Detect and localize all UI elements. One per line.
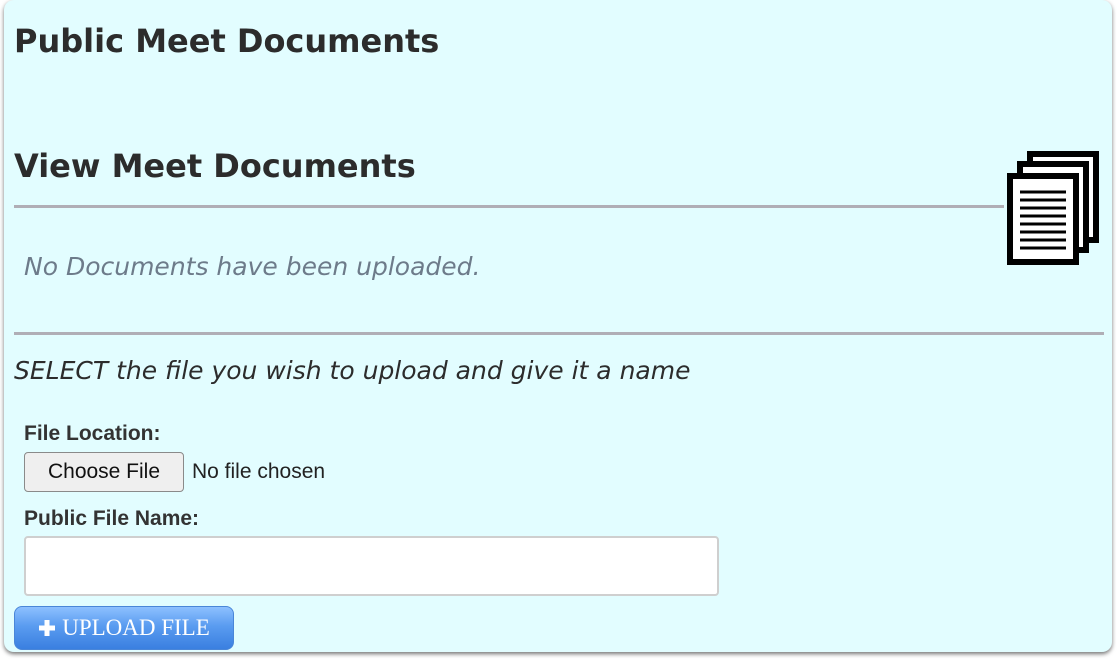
no-documents-message: No Documents have been uploaded. bbox=[24, 252, 481, 281]
file-status-text: No file chosen bbox=[192, 460, 326, 483]
upload-instructions: SELECT the file you wish to upload and g… bbox=[14, 356, 691, 385]
choose-file-button[interactable]: Choose File bbox=[24, 452, 184, 492]
plus-icon bbox=[39, 620, 56, 636]
upload-file-button-label: UPLOAD FILE bbox=[62, 615, 210, 640]
page-title: Public Meet Documents bbox=[14, 22, 440, 60]
file-location-label: File Location: bbox=[24, 422, 161, 445]
section-divider-top bbox=[14, 205, 1004, 208]
documents-stack-icon bbox=[1007, 151, 1099, 265]
section-title-view-documents: View Meet Documents bbox=[14, 147, 416, 185]
upload-file-button[interactable]: UPLOAD FILE bbox=[14, 606, 234, 650]
public-file-name-label: Public File Name: bbox=[24, 507, 200, 530]
section-divider-bottom bbox=[14, 332, 1104, 335]
meet-documents-panel: Public Meet Documents View Meet Document… bbox=[4, 0, 1112, 652]
public-file-name-input[interactable] bbox=[24, 536, 719, 596]
